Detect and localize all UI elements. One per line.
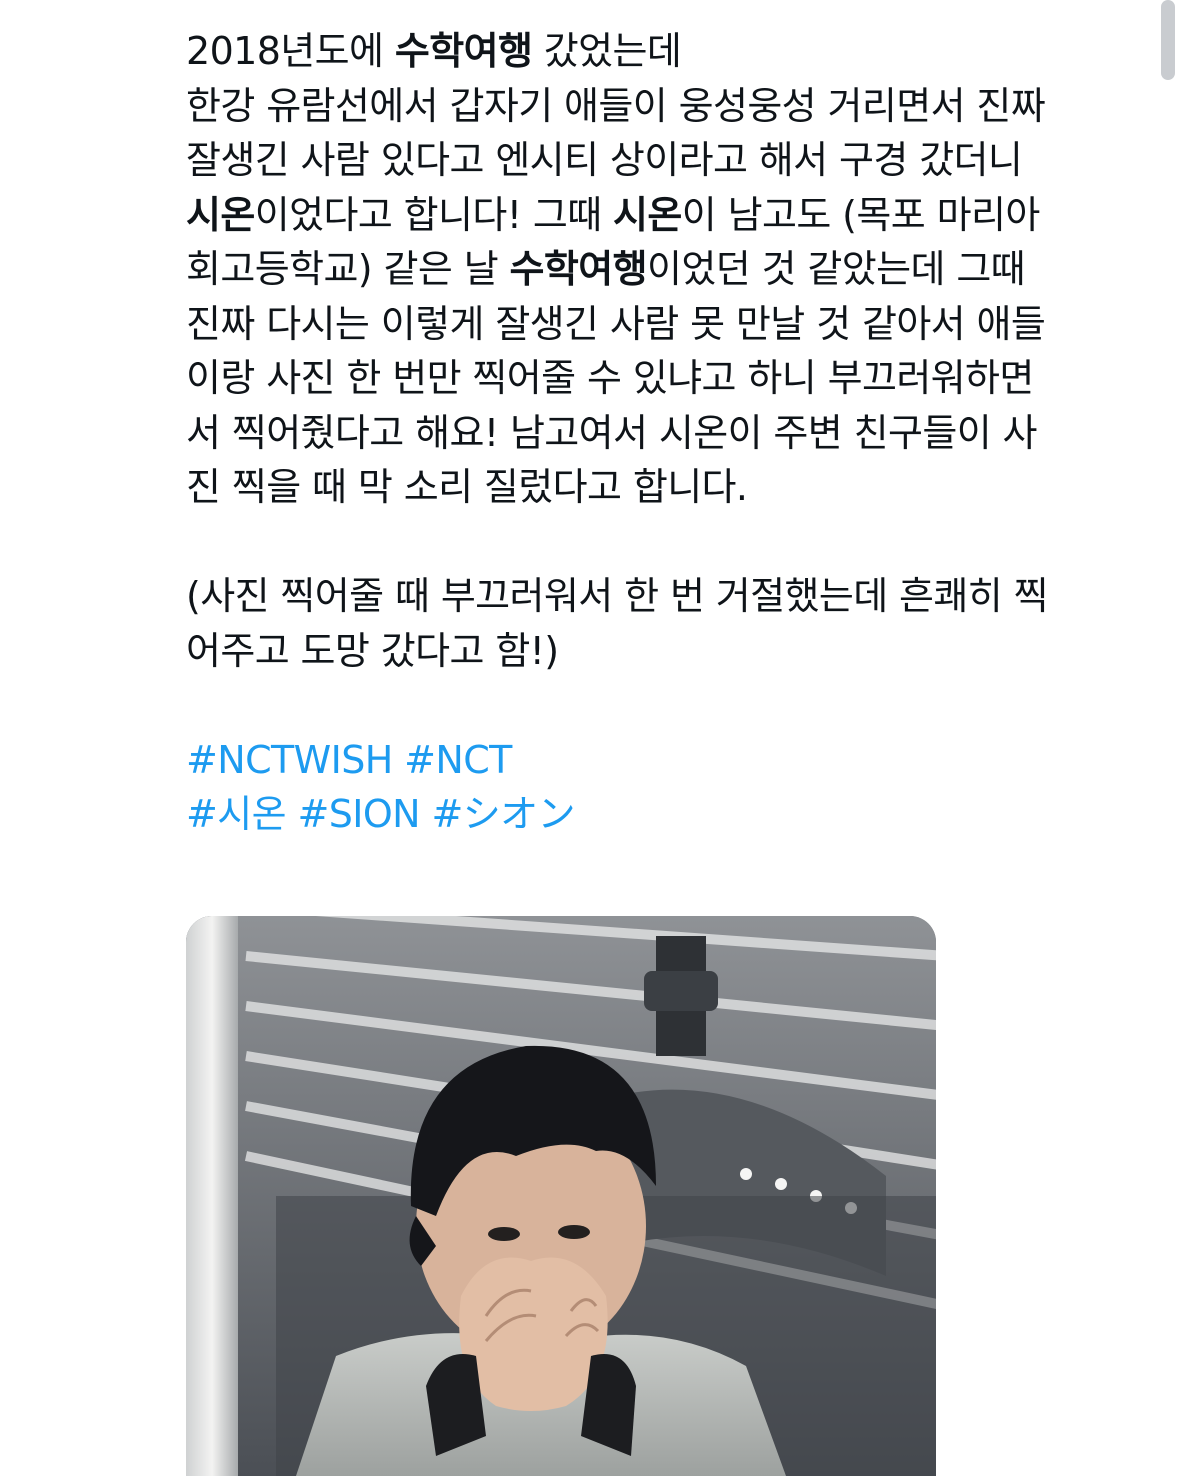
text-segment — [420, 792, 431, 836]
tweet-line: 2018년도에 수학여행 갔었는데 — [186, 24, 1146, 79]
text-segment: 회고등학교) 같은 날 — [186, 247, 510, 291]
tweet-line: 서 찍어줬다고 해요! 남고여서 시온이 주변 친구들이 사 — [186, 406, 1146, 461]
text-segment: (사진 찍어줄 때 부끄러워서 한 번 거절했는데 흔쾌히 찍 — [186, 574, 1049, 618]
text-segment: 잘생긴 사람 있다고 엔시티 상이라고 해서 구경 갔더니 — [186, 138, 1023, 182]
bold-text: 수학여행 — [509, 247, 648, 291]
text-segment: 한강 유람선에서 갑자기 애들이 웅성웅성 거리면서 진짜 — [186, 83, 1046, 128]
photo-image — [186, 916, 936, 1476]
text-segment: 갔었는데 — [532, 29, 682, 73]
hashtag-link[interactable]: #NCTWISH — [186, 738, 393, 782]
tweet-line: 회고등학교) 같은 날 수학여행이었던 것 같았는데 그때 — [186, 242, 1146, 297]
tweet-line: 진 찍을 때 막 소리 질렀다고 합니다. — [186, 460, 1146, 515]
text-segment: 이랑 사진 한 번만 찍어줄 수 있냐고 하니 부끄러워하면 — [186, 356, 1034, 400]
tweet-photo[interactable] — [186, 916, 936, 1476]
tweet-text: 2018년도에 수학여행 갔었는데 한강 유람선에서 갑자기 애들이 웅성웅성 거… — [186, 24, 1146, 842]
text-segment: 이 남고도 (목포 마리아 — [681, 192, 1041, 237]
text-segment: 서 찍어줬다고 해요! 남고여서 시온이 주변 친구들이 사 — [186, 410, 1038, 455]
text-segment: 이었던 것 같았는데 그때 — [647, 247, 1026, 291]
text-segment: 진 찍을 때 막 소리 질렀다고 합니다. — [186, 465, 748, 509]
text-segment — [286, 792, 297, 836]
text-segment: 어주고 도망 갔다고 함!) — [186, 628, 559, 673]
scrollbar[interactable] — [1161, 0, 1175, 80]
tweet-line: 이랑 사진 한 번만 찍어줄 수 있냐고 하니 부끄러워하면 — [186, 351, 1146, 406]
bold-text: 수학여행 — [394, 29, 533, 73]
tweet-line: 진짜 다시는 이렇게 잘생긴 사람 못 만날 것 같아서 애들 — [186, 297, 1146, 352]
hashtag-link[interactable]: #NCT — [404, 738, 512, 782]
text-segment: 2018년도에 — [186, 29, 395, 73]
tweet-line: (사진 찍어줄 때 부끄러워서 한 번 거절했는데 흔쾌히 찍 — [186, 569, 1146, 624]
tweet-line: #시온 #SION #シオン — [186, 787, 1146, 842]
hashtag-link[interactable]: #シオン — [431, 792, 575, 836]
tweet-line: 어주고 도망 갔다고 함!) — [186, 624, 1146, 679]
text-segment: 진짜 다시는 이렇게 잘생긴 사람 못 만날 것 같아서 애들 — [186, 301, 1046, 346]
text-segment: 이었다고 합니다! 그때 — [254, 192, 614, 237]
bold-text: 시온 — [613, 192, 682, 237]
tweet-line: #NCTWISH #NCT — [186, 733, 1146, 788]
bold-text: 시온 — [186, 192, 255, 237]
hashtag-link[interactable]: #시온 — [186, 792, 287, 836]
tweet-line: 한강 유람선에서 갑자기 애들이 웅성웅성 거리면서 진짜 — [186, 79, 1146, 134]
hashtag-link[interactable]: #SION — [297, 792, 420, 836]
tweet-line: 잘생긴 사람 있다고 엔시티 상이라고 해서 구경 갔더니 — [186, 133, 1146, 188]
text-segment — [393, 738, 404, 782]
tweet-line: 시온이었다고 합니다! 그때 시온이 남고도 (목포 마리아 — [186, 188, 1146, 243]
tweet-body: 2018년도에 수학여행 갔었는데 한강 유람선에서 갑자기 애들이 웅성웅성 거… — [186, 24, 1146, 842]
